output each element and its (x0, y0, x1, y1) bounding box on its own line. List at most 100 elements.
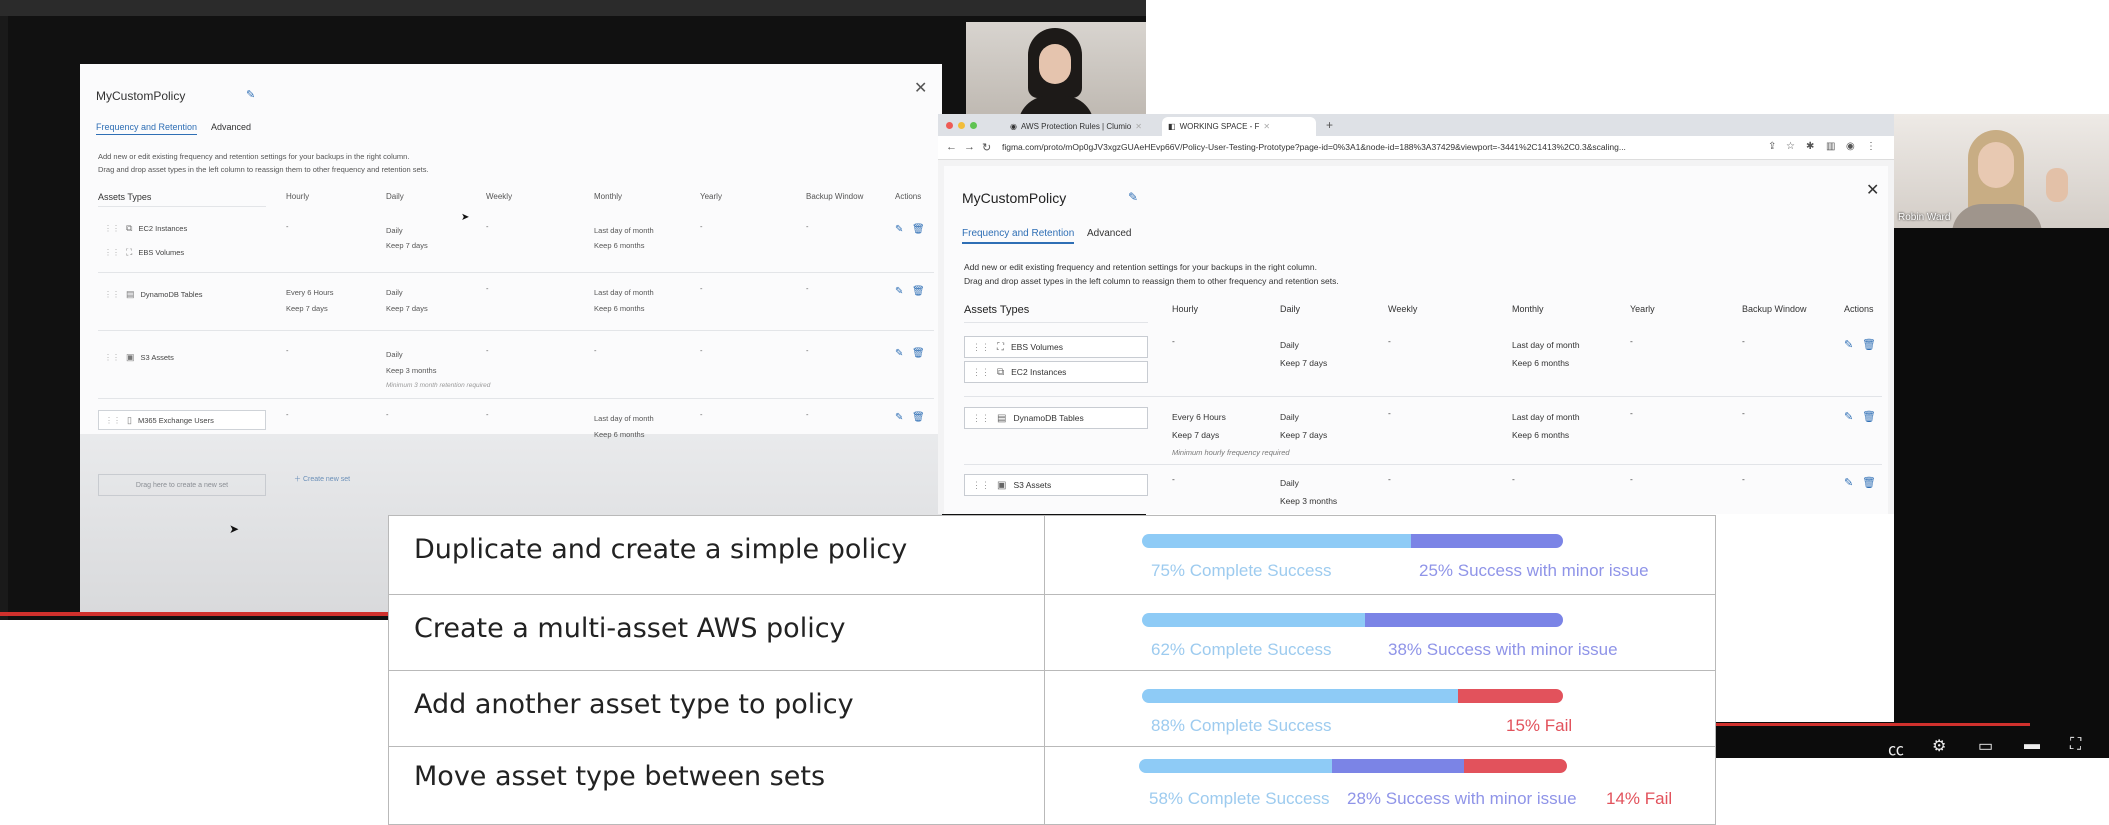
edit-pencil-icon[interactable]: ✎ (1128, 190, 1138, 204)
browser-tab-active[interactable]: ◧ WORKING SPACE - F ✕ (1162, 117, 1316, 136)
tab-close-icon[interactable]: ✕ (1135, 122, 1142, 131)
asset-label: EBS Volumes (138, 247, 185, 257)
trash-icon[interactable]: 🗑 (1862, 338, 1876, 351)
settings-icon[interactable]: ⚙ (1932, 736, 1946, 756)
trash-icon[interactable]: 🗑 (1862, 410, 1876, 423)
cell-yearly: - (700, 284, 703, 293)
column-header: Hourly (1172, 304, 1199, 314)
back-icon[interactable]: ← (946, 141, 957, 153)
minimize-window-icon[interactable] (958, 122, 965, 129)
new-tab-icon[interactable]: + (1326, 118, 1333, 132)
menu-icon[interactable]: ⋮ (1866, 141, 1876, 152)
trash-icon[interactable]: 🗑 (912, 348, 925, 359)
cell-window: - (806, 346, 809, 355)
right-video-progress[interactable] (1700, 723, 2030, 726)
asset-chip[interactable]: ⋮⋮ ⧉ EC2 Instances (98, 218, 266, 238)
asset-chip[interactable]: ⋮⋮ ▣ S3 Assets (98, 347, 266, 367)
bar-segment-complete (1142, 534, 1412, 548)
asset-chip[interactable]: ⋮⋮ ⛶ EBS Volumes (98, 242, 266, 262)
drag-handle-icon[interactable]: ⋮⋮ (105, 416, 121, 425)
cell-daily: - (386, 410, 389, 419)
cell-weekly: - (486, 222, 489, 231)
asset-chip[interactable]: ⋮⋮ ▯ M365 Exchange Users (98, 410, 266, 430)
theater-mode-icon[interactable]: ▬ (2024, 736, 2040, 754)
tab-advanced[interactable]: Advanced (1087, 228, 1131, 239)
asset-chip[interactable]: ⋮⋮ ▣ S3 Assets (964, 474, 1148, 496)
close-icon[interactable]: ✕ (914, 78, 927, 98)
trash-icon[interactable]: 🗑 (912, 224, 925, 235)
drag-handle-icon[interactable]: ⋮⋮ (972, 367, 990, 378)
drag-handle-icon[interactable]: ⋮⋮ (104, 248, 120, 257)
miniplayer-icon[interactable]: ▭ (1978, 736, 1993, 756)
trash-icon[interactable]: 🗑 (1862, 476, 1876, 489)
edit-icon[interactable]: ✎ (1844, 476, 1853, 489)
bookmark-icon[interactable]: ☆ (1786, 141, 1795, 152)
maximize-window-icon[interactable] (970, 122, 977, 129)
row-divider (98, 272, 934, 273)
tab-advanced[interactable]: Advanced (211, 122, 251, 132)
success-rate-bar (1139, 759, 1567, 773)
edit-icon[interactable]: ✎ (895, 412, 903, 423)
edit-icon[interactable]: ✎ (1844, 338, 1853, 351)
reload-icon[interactable]: ↻ (982, 141, 991, 154)
profile-icon[interactable]: ◉ (1846, 141, 1855, 152)
result-label-complete: 58% Complete Success (1149, 789, 1330, 808)
browser-toolbar: ← → ↻ figma.com/proto/mOp0gJV3xgzGUAeHEv… (938, 136, 1894, 160)
drag-handle-icon[interactable]: ⋮⋮ (104, 290, 120, 299)
cell-daily: Keep 7 days (1280, 358, 1328, 368)
asset-chip[interactable]: ⋮⋮ ▤ DynamoDB Tables (98, 284, 266, 304)
drag-handle-icon[interactable]: ⋮⋮ (972, 413, 990, 424)
cell-monthly: Last day of month (1512, 340, 1580, 350)
webcam-body (1952, 204, 2042, 228)
close-window-icon[interactable] (946, 122, 953, 129)
bar-segment-complete (1142, 689, 1458, 703)
result-label-minor: 38% Success with minor issue (1388, 640, 1618, 659)
asset-chip[interactable]: ⋮⋮ ⛶ EBS Volumes (964, 336, 1148, 358)
drag-handle-icon[interactable]: ⋮⋮ (972, 480, 990, 491)
row-divider (964, 396, 1882, 397)
cell-hourly: Keep 7 days (286, 304, 328, 313)
webcam-body (1018, 96, 1094, 116)
column-header: Backup Window (806, 192, 864, 201)
left-video-edge (0, 16, 8, 620)
address-bar[interactable]: figma.com/proto/mOp0gJV3xgzGUAeHEvp66V/P… (1002, 142, 1626, 152)
ec2-icon: ⧉ (997, 366, 1005, 378)
captions-icon[interactable]: ㏄ (1888, 736, 1904, 760)
trash-icon[interactable]: 🗑 (912, 412, 925, 423)
share-icon[interactable]: ⇪ (1768, 141, 1776, 152)
cell-window: - (806, 222, 809, 231)
tab-frequency-retention[interactable]: Frequency and Retention (96, 122, 198, 135)
edit-icon[interactable]: ✎ (895, 348, 903, 359)
cell-monthly: Last day of month (594, 288, 654, 297)
task-row: Duplicate and create a simple policy 75% … (389, 516, 1715, 594)
forward-icon[interactable]: → (964, 141, 975, 153)
edit-icon[interactable]: ✎ (895, 286, 903, 297)
create-set-button[interactable]: ＋ Create new set (294, 474, 350, 484)
edit-pencil-icon[interactable]: ✎ (246, 88, 255, 101)
asset-chip[interactable]: ⋮⋮ ⧉ EC2 Instances (964, 361, 1148, 383)
fullscreen-icon[interactable]: ⛶ (2070, 736, 2081, 754)
drag-handle-icon[interactable]: ⋮⋮ (104, 353, 120, 362)
tab-close-icon[interactable]: ✕ (1263, 122, 1270, 131)
success-rate-bar (1142, 689, 1563, 703)
asset-chip[interactable]: ⋮⋮ ▤ DynamoDB Tables (964, 407, 1148, 429)
column-header: Monthly (1512, 304, 1544, 314)
tab-frequency-retention[interactable]: Frequency and Retention (962, 228, 1075, 244)
drag-handle-icon[interactable]: ⋮⋮ (972, 342, 990, 353)
trash-icon[interactable]: 🗑 (912, 286, 925, 297)
cell-daily: Keep 7 days (1280, 430, 1328, 440)
sidebar-icon[interactable]: ▥ (1826, 141, 1835, 152)
edit-icon[interactable]: ✎ (895, 224, 903, 235)
cell-window: - (1742, 474, 1745, 484)
drag-handle-icon[interactable]: ⋮⋮ (104, 224, 120, 233)
cell-daily: Daily (1280, 340, 1299, 350)
task-row: Add another asset type to policy 88% Comp… (389, 670, 1715, 746)
extensions-icon[interactable]: ✱ (1806, 141, 1814, 152)
cell-monthly: - (1512, 474, 1515, 484)
new-set-dropzone[interactable]: Drag here to create a new set (98, 474, 266, 496)
divider (98, 206, 266, 207)
browser-tab[interactable]: ◉ AWS Protection Rules | Clumio ✕ (1004, 117, 1158, 136)
close-icon[interactable]: ✕ (1866, 180, 1879, 200)
cell-monthly: - (594, 346, 597, 355)
edit-icon[interactable]: ✎ (1844, 410, 1853, 423)
